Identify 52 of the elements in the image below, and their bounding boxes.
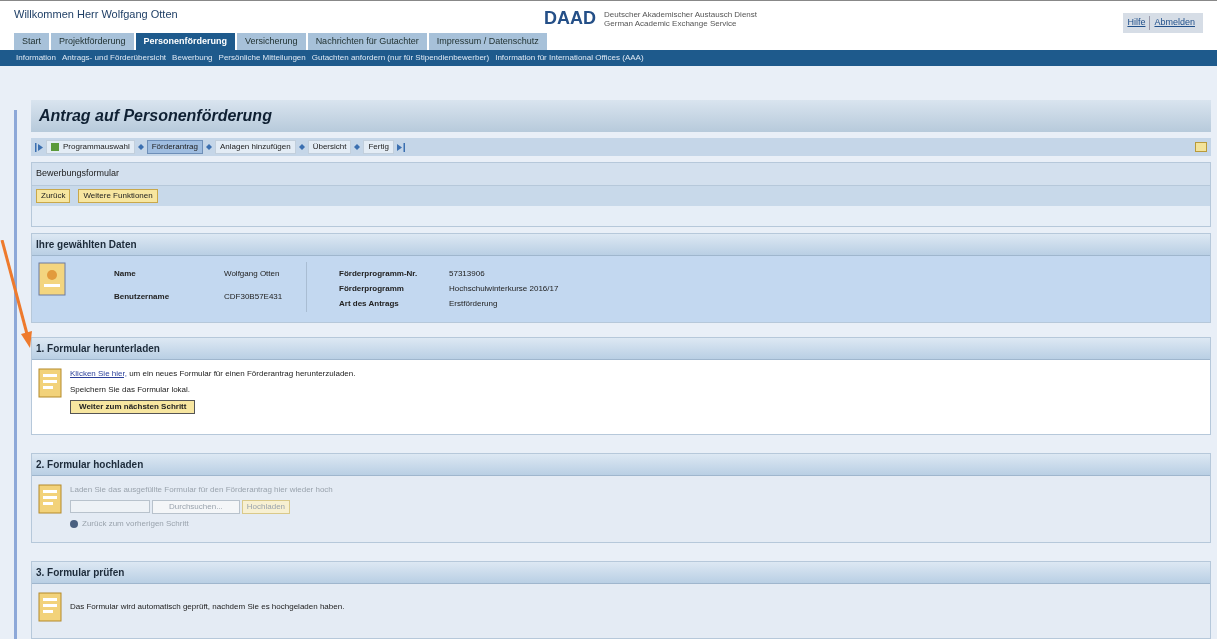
upload-form-icon [38,483,62,514]
field-label: Art des Antrags [339,297,400,310]
check-info-text: Das Formular wird automatisch geprüft, nachdem Sie es hochgeladen haben. [70,600,345,613]
header-link[interactable]: Abmelden [1154,16,1199,30]
save-hint: Speichern Sie das Formular lokal. [70,383,192,396]
subnav-link[interactable]: Antrags- und Förderübersicht [62,52,167,64]
welcome-text: Willkommen Herr Wolfgang Otten [14,7,178,22]
field-value: Erstförderung [449,297,499,310]
header-link[interactable]: Hilfe [1127,16,1151,30]
upload-instruction: Laden Sie das ausgefüllte Formular für den Förderantrag hier wieder hoch [70,483,333,496]
step-tab[interactable]: Übersicht [307,140,352,154]
subnav-link[interactable]: Bewerbung [172,52,213,64]
back-icon [70,519,78,528]
subnav-link[interactable]: Information [16,52,57,64]
section-header: 2. Formular hochladen [32,453,1210,476]
subnav-link[interactable]: Persönliche Mitteilungen [218,52,306,64]
logo-text: DAAD [544,7,597,30]
logo-tagline: German Academic Exchange Service [604,18,738,28]
file-input-field[interactable] [70,499,150,513]
field-value: 57313906 [449,267,486,280]
logo-tagline: Deutscher Akademischer Austausch Dienst [604,9,757,19]
section-header: 3. Formular prüfen [32,561,1210,584]
start-marker-icon [35,142,43,152]
step-tab[interactable]: Anlagen hinzufügen [214,140,296,154]
step-tab[interactable]: Programmauswahl [46,140,135,154]
document-icon [38,367,62,398]
page-title: Antrag auf Personenförderung [39,107,272,124]
section-header: Ihre gewählten Daten [32,233,1210,256]
step-tab[interactable]: Förderantrag [146,140,203,154]
download-instruction: Klicken Sie hier, um ein neues Formular für einen Förderantrag herunterzuladen. [70,367,356,380]
diamond-icon [298,144,305,150]
field-value: Wolfgang Otten [224,267,281,280]
step-tab[interactable]: Fertig [363,140,394,154]
next-step-button[interactable]: Weiter zum nächsten Schritt [70,399,196,414]
id-card-icon [38,261,66,296]
field-label: Benutzername [114,291,171,303]
field-value: CDF30B57E431 [224,291,284,303]
section-header: 1. Formular herunterladen [32,337,1210,360]
field-label: Name [114,267,137,280]
subnav-link[interactable]: Information für International Offices (AAA) [495,52,644,64]
diamond-icon [205,144,212,150]
panel-header: Bewerbungsformular [32,163,1210,186]
toolbar-button[interactable]: Weitere Funktionen [78,188,158,203]
field-label: Förderprogramm [339,282,405,295]
toolbar-button[interactable]: Zurück [36,188,71,203]
field-value: Hochschulwinterkurse 2016/17 [449,282,560,295]
subnav-link[interactable]: Gutachten anfordern (nur für Stipendienbewerber) [311,52,490,64]
diamond-icon [137,144,144,150]
field-label: Förderprogramm-Nr. [339,267,419,280]
diamond-icon [354,144,361,150]
download-link[interactable]: Klicken Sie hier, [70,368,127,378]
end-marker-icon [396,142,405,152]
